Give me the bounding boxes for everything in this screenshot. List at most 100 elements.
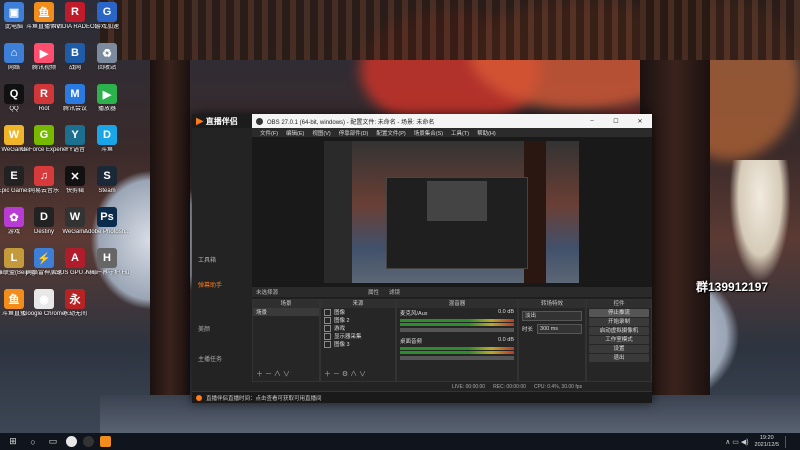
douyu-icon[interactable] [100,436,111,447]
exit-button[interactable]: 退出 [589,354,649,362]
volume-slider[interactable] [400,328,514,332]
menu-tools[interactable]: 工具(T) [451,129,469,137]
desktop-icon-label: 人间一界守护 Human Fa... [84,270,130,276]
menu-help[interactable]: 帮助(H) [477,129,496,137]
desktop-icon-photoshop[interactable]: Ps Adobe Photosh... [84,207,130,253]
track-value: 0.0 dB [498,337,514,343]
cpu-status: CPU: 0.4%, 30.00 fps [533,383,582,390]
source-controls[interactable]: ＋ － ⚙ ∧ ∨ [324,369,366,379]
desktop-icon-steam[interactable]: S Steam [84,166,130,212]
human-icon: H [97,248,117,268]
audio-meter [400,347,514,350]
desktop-icon-label: Adobe Photosh... [84,229,130,235]
source-toolbar: 未选择源 属性 滤镜 [252,287,652,297]
menu-edit[interactable]: 编辑(E) [286,129,304,137]
sidebar-danmu[interactable]: 弹幕助手 [198,280,222,289]
menu-file[interactable]: 文件(F) [260,129,278,137]
transition-select[interactable]: 淡出 [522,311,582,321]
controls-title: 控件 [587,300,651,308]
sidebar-task[interactable]: 主播任务 [198,354,222,363]
clock[interactable]: 19:20 2021/12/5 [755,435,779,449]
menu-profile[interactable]: 配置文件(P) [376,129,405,137]
desktop-icon-naraka[interactable]: 永永劫无间 [52,289,98,335]
desktop-icon-game-booster[interactable]: G 游戏加速 [84,2,130,48]
virtual-camera-button[interactable]: 启动虚拟摄像机 [589,327,649,335]
player-icon: ▶ [97,84,117,104]
anime-character [730,160,790,280]
task-view-icon[interactable]: ▭ [46,436,60,448]
wegame-2-icon: W [65,207,85,227]
source-item[interactable]: 游戏 [321,324,395,332]
start-recording-button[interactable]: 开始录制 [589,318,649,326]
scenes-dock: 场景 场景 ＋ － ∧ ∨ [252,299,320,382]
desktop-icon-douyu-2[interactable]: D 斗鱼 [84,125,130,171]
sidebar-beauty[interactable]: 美颜 [198,324,210,333]
sidebar-toolbox[interactable]: 工具箱 [198,255,216,264]
minimize-button[interactable]: – [580,118,604,124]
audio-meter [400,323,514,326]
chrome-icon[interactable] [66,436,77,447]
desktop-icon-recycle-bin[interactable]: ♻ 回收站 [84,43,130,89]
clip-icon: ✕ [65,166,85,186]
obs-logo-icon [256,117,263,125]
menu-docks[interactable]: 停靠部件(D) [339,129,369,137]
brand-logo: ▶ 直播伴侣 [192,114,252,128]
transitions-title: 转场特效 [519,300,585,308]
scene-item[interactable]: 场景 [253,308,319,316]
filters-button[interactable]: 滤镜 [389,288,400,296]
obs-window[interactable]: ▶ 直播伴侣 工具箱 弹幕助手 美颜 主播任务 OBS 27.0.1 (64-b… [192,114,652,403]
show-desktop-button[interactable] [785,435,792,448]
tray-icons[interactable]: ∧ ▭ ◀) [725,438,748,446]
desktop-icon-label: 回收站 [97,65,116,71]
desktop-icon-player[interactable]: ▶ 播放器 [84,84,130,130]
settings-button[interactable]: 设置 [589,345,649,353]
roof-beams [100,0,800,60]
streamer-name: 群139912197 [696,280,769,294]
clock-date: 2021/12/5 [754,441,779,448]
duration-input[interactable]: 300 ms [537,324,582,334]
mixer-track: 麦克风/Aux 0.0 dB [397,308,517,318]
controls-dock: 控件 停止推流 开始录制 启动虚拟摄像机 工作室模式 设置 退出 [586,299,652,382]
scene-controls[interactable]: ＋ － ∧ ∨ [256,369,290,379]
obs-titlebar: OBS 27.0.1 (64-bit, windows) - 配置文件: 未命名… [252,114,652,128]
duration-label: 时长 [522,327,534,333]
netease-music-icon: ♫ [34,166,54,186]
notice-icon [196,394,202,401]
maximize-button[interactable]: ☐ [604,118,628,125]
desktop-icon-label: 游戏加速 [94,24,119,30]
menu-scene-collection[interactable]: 场景集合(S) [414,129,443,137]
track-value: 0.0 dB [498,309,514,315]
menu-view[interactable]: 视图(V) [312,129,330,137]
brand-icon: ▶ [196,115,204,127]
preview-canvas[interactable] [252,137,652,287]
brand-label: 直播伴侣 [205,116,238,126]
desktop-icon-human[interactable]: H 人间一界守护 Human Fa... [84,248,130,294]
studio-mode-button[interactable]: 工作室模式 [589,336,649,344]
windows-icon[interactable]: ⊞ [6,436,20,448]
notice-text: 直播伴侣直播时间：点击查看可获取可用直播间 [206,395,322,402]
search-icon[interactable]: ○ [26,436,40,448]
rec-status: REC: 00:00:00 [493,383,526,390]
meeting-icon: M [65,84,85,104]
properties-button[interactable]: 属性 [368,288,379,296]
obs-sidebar: ▶ 直播伴侣 工具箱 弹幕助手 美颜 主播任务 [192,114,252,402]
source-item[interactable]: 图像 3 [321,340,395,348]
source-item[interactable]: 图像 2 [321,316,395,324]
source-item[interactable]: 显示器采集 [321,332,395,340]
source-item[interactable]: 图像 [321,308,395,316]
close-button[interactable]: ✕ [628,118,652,125]
volume-slider[interactable] [400,356,514,360]
steam-icon: S [97,166,117,186]
stop-streaming-button[interactable]: 停止推流 [589,309,649,317]
yy-icon: Y [65,125,85,145]
desktop-icon-label: 永劫无间 [62,311,87,317]
status-bar: LIVE: 00:00:00 REC: 00:00:00 CPU: 0.4%, … [252,382,652,391]
window-title: OBS 27.0.1 (64-bit, windows) - 配置文件: 未命名… [267,119,435,126]
douyu-2-icon: D [97,125,117,145]
notice-bar[interactable]: 直播伴侣直播时间：点击查看可获取可用直播间 [192,391,652,403]
douyu-icon: 鱼 [34,2,54,22]
obs-menubar: 文件(F) 编辑(E) 视图(V) 停靠部件(D) 配置文件(P) 场景集合(S… [252,128,652,137]
live-status: LIVE: 00:00:00 [452,383,486,390]
clock-time: 19:20 [759,434,774,441]
obs-icon[interactable] [83,436,94,447]
